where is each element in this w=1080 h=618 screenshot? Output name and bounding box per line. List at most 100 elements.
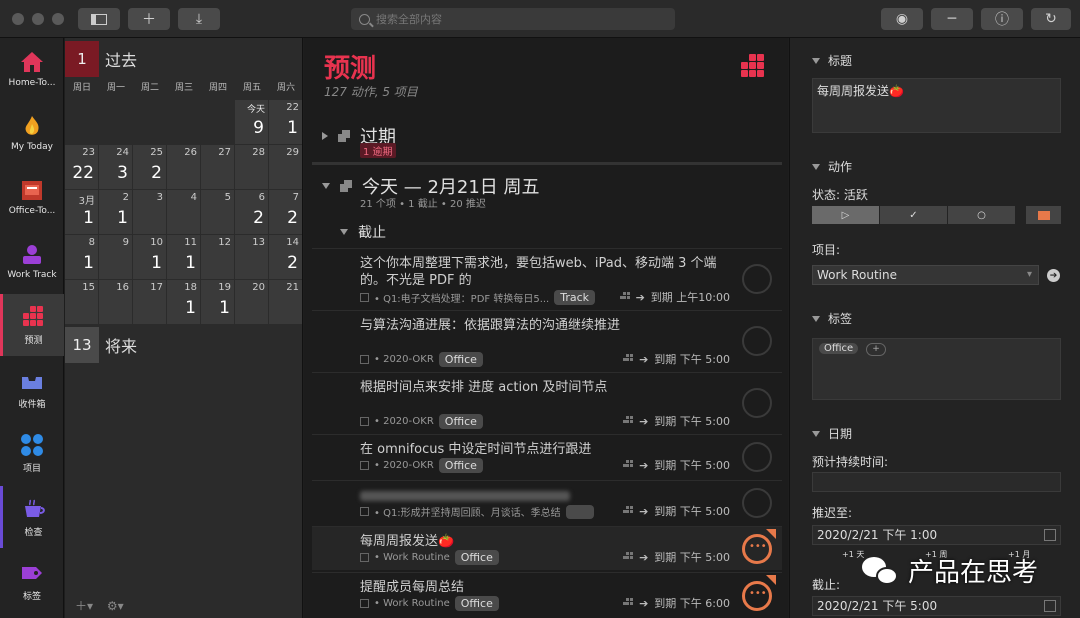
sidebar-item-my-today[interactable]: My Today — [0, 102, 64, 164]
sidebar-item-tags[interactable]: 标签 — [0, 550, 64, 612]
disclosure-triangle-icon[interactable] — [322, 132, 328, 140]
calendar-day-cell[interactable] — [167, 100, 200, 144]
calendar-day-cell[interactable]: 3月 1 — [65, 190, 98, 234]
task-row[interactable]: 与算法沟通进展：依据跟算法的沟通继续推进 • 2020-OKR Office ➔ 到期 … — [312, 310, 782, 370]
calendar-day-cell[interactable]: 29 — [269, 145, 302, 189]
sidebar-item-office-todo[interactable]: Office-To... — [0, 166, 64, 228]
calendar-day-cell[interactable]: 11 1 — [167, 235, 200, 279]
due-date-field[interactable]: 2020/2/21 下午 5:00 — [812, 596, 1061, 616]
task-tag[interactable]: Office — [454, 596, 499, 611]
disclosure-triangle-icon[interactable] — [812, 430, 820, 437]
task-row[interactable]: 提醒成员每周总结 • Work Routine Office ➔ 到期 下午 6:00 — [312, 572, 782, 618]
calendar-day-cell[interactable] — [65, 100, 98, 144]
task-row[interactable]: 在 omnifocus 中设定时间节点进行跟进 • 2020-OKR Office ➔… — [312, 434, 782, 478]
task-status-circle[interactable] — [742, 488, 772, 518]
sidebar-toggle-button[interactable] — [78, 8, 120, 30]
task-title[interactable]: 每周周报发送🍅 — [360, 533, 730, 550]
task-title[interactable]: 与算法沟通进展：依据跟算法的沟通继续推进 — [360, 317, 730, 334]
calendar-day-cell[interactable]: 20 — [235, 280, 268, 324]
calendar-day-cell[interactable]: 19 1 — [201, 280, 234, 324]
calendar-icon[interactable] — [1044, 600, 1056, 612]
calendar-day-cell[interactable]: 24 3 — [99, 145, 132, 189]
status-dropped-segment[interactable]: ○ — [948, 206, 1015, 224]
task-title[interactable]: 提醒成员每周总结 — [360, 579, 730, 596]
flag-button[interactable] — [1026, 206, 1061, 224]
search-field[interactable]: 搜索全部内容 — [351, 8, 675, 30]
calendar-day-cell[interactable] — [201, 100, 234, 144]
disclosure-triangle-icon[interactable] — [322, 183, 330, 189]
calendar-day-cell[interactable] — [99, 100, 132, 144]
gear-icon[interactable]: ⚙▾ — [107, 599, 124, 613]
close-window-button[interactable] — [12, 13, 24, 25]
tag-token[interactable]: Office — [819, 343, 859, 354]
calendar-day-cell[interactable]: 16 — [99, 280, 132, 324]
go-to-project-arrow-icon[interactable]: ➔ — [1047, 269, 1060, 282]
project-select[interactable]: Work Routine — [812, 265, 1039, 285]
minimize-window-button[interactable] — [32, 13, 44, 25]
sidebar-item-inbox[interactable]: 收件箱 — [0, 358, 64, 420]
task-row[interactable]: 根据时间点来安排 进度 action 及时间节点 • 2020-OKR Office… — [312, 372, 782, 432]
defer-date-field[interactable]: 2020/2/21 下午 1:00 — [812, 525, 1061, 545]
calendar-day-cell[interactable]: 9 — [99, 235, 132, 279]
calendar-day-cell[interactable]: 4 — [167, 190, 200, 234]
due-section-header[interactable]: 截止 — [340, 222, 386, 242]
calendar-day-cell[interactable]: 10 1 — [133, 235, 166, 279]
tags-section-header[interactable]: 标签 — [812, 310, 852, 327]
task-row[interactable]: 这个你本周整理下需求池，要包括web、iPad、移动端 3 个端的。不光是 PD… — [312, 248, 782, 308]
calendar-day-cell[interactable]: 22 1 — [269, 100, 302, 144]
task-tag[interactable]: Office — [454, 550, 499, 565]
task-row[interactable]: 每周周报发送🍅 • Work Routine Office ➔ 到期 下午 5:00 — [312, 526, 782, 570]
add-tag-button[interactable]: + — [866, 343, 886, 356]
calendar-day-cell[interactable]: 21 — [269, 280, 302, 324]
duration-field[interactable] — [812, 472, 1061, 492]
calendar-day-cell[interactable]: 27 — [201, 145, 234, 189]
disclosure-triangle-icon[interactable] — [812, 163, 820, 170]
calendar-day-cell[interactable]: 15 — [65, 280, 98, 324]
calendar-day-cell[interactable]: 14 2 — [269, 235, 302, 279]
calendar-day-cell[interactable]: 17 — [133, 280, 166, 324]
task-status-circle[interactable] — [742, 581, 772, 611]
disclosure-triangle-icon[interactable] — [812, 315, 820, 322]
inbox-button[interactable]: ⤓ — [178, 8, 220, 30]
calendar-day-cell[interactable]: 18 1 — [167, 280, 200, 324]
calendar-day-cell[interactable]: 25 2 — [133, 145, 166, 189]
calendar-day-cell[interactable]: 3 — [133, 190, 166, 234]
new-item-button[interactable]: ＋ — [128, 8, 170, 30]
task-title-redacted[interactable] — [360, 487, 730, 504]
task-status-circle[interactable] — [742, 326, 772, 356]
calendar-day-cell[interactable]: 72 — [269, 190, 302, 234]
calendar-day-cell[interactable]: 23 22 — [65, 145, 98, 189]
calendar-day-cell[interactable]: 26 — [167, 145, 200, 189]
status-complete-segment[interactable]: ✓ — [880, 206, 947, 224]
zoom-window-button[interactable] — [52, 13, 64, 25]
task-tag[interactable]: Track — [554, 290, 596, 305]
calendar-day-cell[interactable]: 5 — [201, 190, 234, 234]
task-title[interactable]: 根据时间点来安排 进度 action 及时间节点 — [360, 379, 730, 396]
task-tag[interactable]: Office — [438, 414, 483, 429]
calendar-day-cell[interactable]: 13 — [235, 235, 268, 279]
task-title[interactable]: 在 omnifocus 中设定时间节点进行跟进 — [360, 441, 730, 458]
past-row[interactable]: 1 过去 — [65, 40, 303, 78]
calendar-day-cell[interactable]: 12 — [201, 235, 234, 279]
defer-plus-day-button[interactable]: +1 天 — [842, 549, 864, 560]
title-field[interactable]: 每周周报发送🍅 — [812, 78, 1061, 133]
calendar-day-cell[interactable]: 21 — [99, 190, 132, 234]
calendar-day-cell[interactable] — [133, 100, 166, 144]
calendar-icon[interactable] — [1044, 529, 1056, 541]
sync-button[interactable]: ↻ — [1031, 8, 1071, 30]
future-row[interactable]: 13 将来 — [65, 326, 303, 364]
task-row[interactable]: • Q1:形成并坚持周回顾、月谈话、季总结 ➔ 到期 下午 5:00 — [312, 480, 782, 524]
task-status-circle[interactable] — [742, 442, 772, 472]
sidebar-item-projects[interactable]: 项目 — [0, 422, 64, 484]
sidebar-item-home-todo[interactable]: Home-To... — [0, 38, 64, 100]
disclosure-triangle-icon[interactable] — [812, 57, 820, 64]
action-section-header[interactable]: 动作 — [812, 158, 852, 175]
task-tag[interactable]: Office — [438, 458, 483, 473]
view-options-button[interactable]: ◉ — [881, 8, 923, 30]
calendar-day-cell[interactable]: 81 — [65, 235, 98, 279]
sidebar-item-forecast[interactable]: 预测 — [0, 294, 64, 356]
inspector-button[interactable]: ⓘ — [981, 8, 1023, 30]
task-status-circle[interactable] — [742, 388, 772, 418]
calendar-day-cell[interactable]: 28 — [235, 145, 268, 189]
focus-button[interactable]: ─ — [931, 8, 973, 30]
